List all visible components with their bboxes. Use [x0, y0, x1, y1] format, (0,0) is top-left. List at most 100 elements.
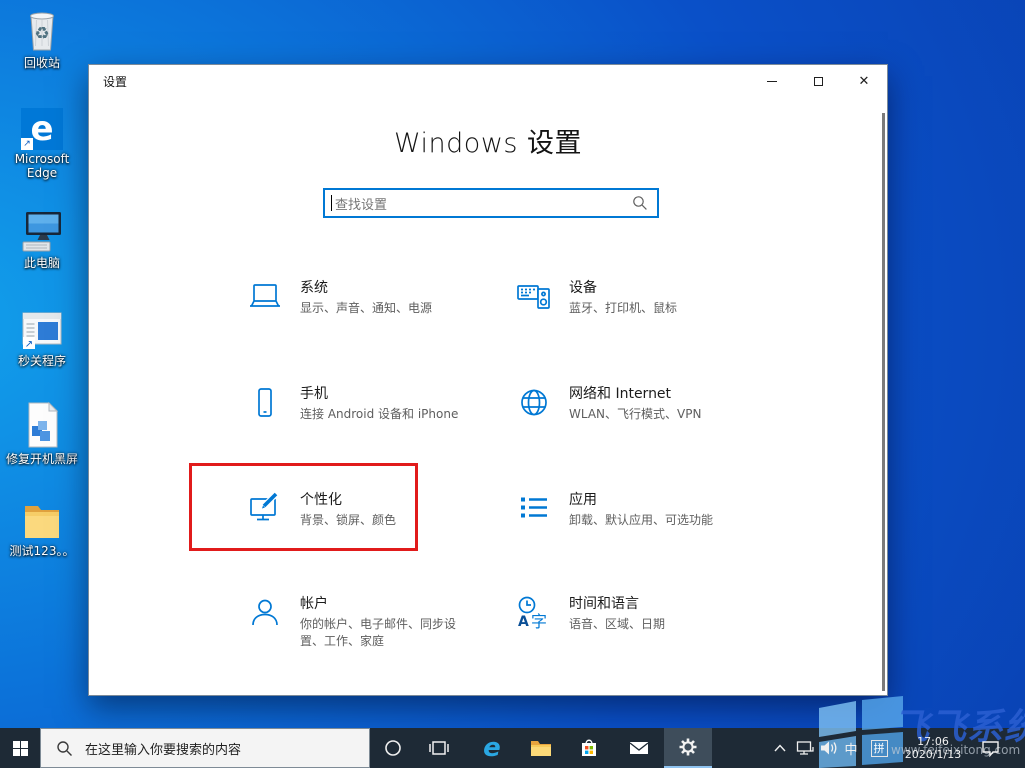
search-icon [57, 740, 72, 756]
registry-file-icon [28, 401, 59, 448]
category-subtitle: 背景、锁屏、颜色 [300, 513, 397, 527]
category-system[interactable]: 系统 显示、声音、通知、电源 [247, 277, 432, 317]
maximize-button[interactable] [795, 65, 841, 97]
taskbar-settings-button[interactable] [664, 728, 712, 768]
taskbar-search-input[interactable]: 在这里输入你要搜索的内容 [40, 728, 370, 768]
cortana-circle-icon [385, 740, 401, 756]
folder-icon [25, 506, 59, 538]
titlebar: 设置 ✕ [89, 65, 887, 97]
ime-language-label: 中 [844, 742, 858, 758]
action-center-button[interactable] [974, 728, 1006, 768]
category-title: 系统 [300, 280, 328, 296]
accounts-person-icon [252, 599, 278, 626]
system-laptop-icon [250, 284, 280, 307]
network-globe-icon [521, 389, 547, 416]
tray-date: 2020/1/13 [904, 748, 962, 761]
store-bag-icon [582, 739, 596, 756]
category-title: 网络和 Internet [569, 386, 672, 402]
tray-network-button[interactable] [793, 728, 817, 768]
category-subtitle: 你的帐户、电子邮件、同步设置、工作、家庭 [300, 617, 457, 648]
window-scrollbar[interactable] [882, 113, 885, 691]
settings-search-input[interactable]: 查找设置 [323, 188, 659, 218]
category-title: 帐户 [300, 596, 328, 612]
close-icon: ✕ [858, 73, 870, 89]
minimize-icon [767, 80, 777, 82]
text-caret [331, 195, 332, 211]
desktop-icon-label: 测试123。。 [9, 544, 75, 558]
tray-ime-mode[interactable]: 拼 [866, 728, 892, 768]
taskbar: 在这里输入你要搜索的内容 e 中 拼 17:06 2020/1/13 [0, 728, 1025, 768]
tray-chevron-up[interactable] [768, 728, 792, 768]
category-accounts[interactable]: 帐户 你的帐户、电子邮件、同步设置、工作、家庭 [247, 593, 476, 650]
svg-text:↗: ↗ [25, 339, 33, 350]
phone-icon [258, 388, 272, 417]
category-title: 时间和语言 [569, 596, 639, 612]
tray-volume-button[interactable] [817, 728, 841, 768]
apps-list-icon [521, 497, 547, 518]
desktop-icon-quick-close-app[interactable]: ↗ 秒关程序 [2, 306, 82, 368]
category-devices[interactable]: 设备 蓝牙、打印机、鼠标 [516, 277, 677, 317]
network-ethernet-icon [796, 741, 814, 755]
desktop-icon-recycle-bin[interactable]: ♻ 回收站 [2, 6, 82, 70]
maximize-icon [813, 76, 823, 86]
recycle-bin-icon: ♻ [30, 12, 54, 51]
desktop-icon-label: 此电脑 [23, 256, 60, 270]
cortana-button[interactable] [372, 728, 414, 768]
category-phone[interactable]: 手机 连接 Android 设备和 iPhone [247, 383, 458, 423]
taskbar-explorer-button[interactable] [518, 728, 564, 768]
gear-icon [679, 738, 697, 756]
computer-icon [22, 212, 61, 252]
ime-mode-label: 拼 [870, 739, 888, 757]
desktop-icon-label: 秒关程序 [17, 354, 66, 368]
desktop-icon-test-folder[interactable]: 测试123。。 [2, 498, 82, 558]
tray-clock[interactable]: 17:06 2020/1/13 [898, 728, 968, 768]
category-apps[interactable]: 应用 卸载、默认应用、可选功能 [516, 489, 713, 529]
category-personalization[interactable]: 个性化 背景、锁屏、颜色 [247, 489, 396, 529]
category-subtitle: 显示、声音、通知、电源 [300, 301, 433, 315]
chevron-up-icon [774, 744, 786, 752]
desktop-icon-microsoft-edge[interactable]: e ↗ Microsoft Edge [2, 108, 82, 180]
taskbar-store-button[interactable] [566, 728, 612, 768]
category-time-language[interactable]: A 字 时间和语言 语音、区域、日期 [516, 593, 665, 633]
edge-icon: e ↗ [21, 108, 63, 150]
svg-text:A: A [518, 614, 529, 630]
search-placeholder: 查找设置 [335, 197, 388, 213]
folder-icon [531, 741, 551, 756]
category-subtitle: 卸载、默认应用、可选功能 [569, 513, 714, 527]
desktop-icon-label: 修复开机黑屏 [5, 452, 78, 466]
settings-window: 设置 ✕ Windows 设置 查找设置 系统 显示、声音、通知、电源 设备 蓝… [88, 64, 888, 696]
category-title: 设备 [569, 280, 597, 296]
start-button[interactable] [0, 728, 40, 768]
category-title: 手机 [300, 386, 328, 402]
devices-icon [517, 285, 550, 309]
minimize-button[interactable] [749, 65, 795, 97]
desktop: ♻ 回收站 e ↗ Microsoft Edge 此电脑 ↗ 秒关程序 修复开机… [0, 0, 1025, 768]
search-icon [633, 196, 647, 210]
svg-text:♻: ♻ [34, 24, 49, 44]
edge-icon: e [483, 733, 501, 763]
category-subtitle: 蓝牙、打印机、鼠标 [569, 301, 678, 315]
personalization-icon [250, 491, 279, 521]
taskbar-edge-button[interactable]: e [468, 728, 516, 768]
task-view-icon [429, 741, 449, 755]
window-title: 设置 [103, 74, 128, 89]
page-title: Windows 设置 [393, 128, 583, 159]
category-subtitle: WLAN、飞行模式、VPN [569, 407, 702, 421]
category-subtitle: 语音、区域、日期 [569, 617, 666, 631]
category-network[interactable]: 网络和 Internet WLAN、飞行模式、VPN [516, 383, 701, 423]
windows-logo-icon [12, 740, 28, 756]
taskbar-mail-button[interactable] [616, 728, 662, 768]
tray-ime-language[interactable]: 中 [840, 728, 862, 768]
category-title: 应用 [569, 492, 597, 508]
speaker-icon [821, 741, 837, 755]
task-view-button[interactable] [416, 728, 462, 768]
desktop-icon-label: Microsoft Edge [14, 152, 70, 180]
close-button[interactable]: ✕ [841, 65, 887, 97]
category-title: 个性化 [300, 492, 342, 508]
shortcut-arrow-icon: ↗ [21, 138, 33, 150]
category-subtitle: 连接 Android 设备和 iPhone [300, 407, 459, 421]
tray-time: 17:06 [917, 735, 949, 748]
desktop-icon-this-pc[interactable]: 此电脑 [2, 208, 82, 270]
taskbar-search-placeholder: 在这里输入你要搜索的内容 [85, 742, 242, 758]
desktop-icon-fix-black-screen[interactable]: 修复开机黑屏 [2, 400, 82, 466]
